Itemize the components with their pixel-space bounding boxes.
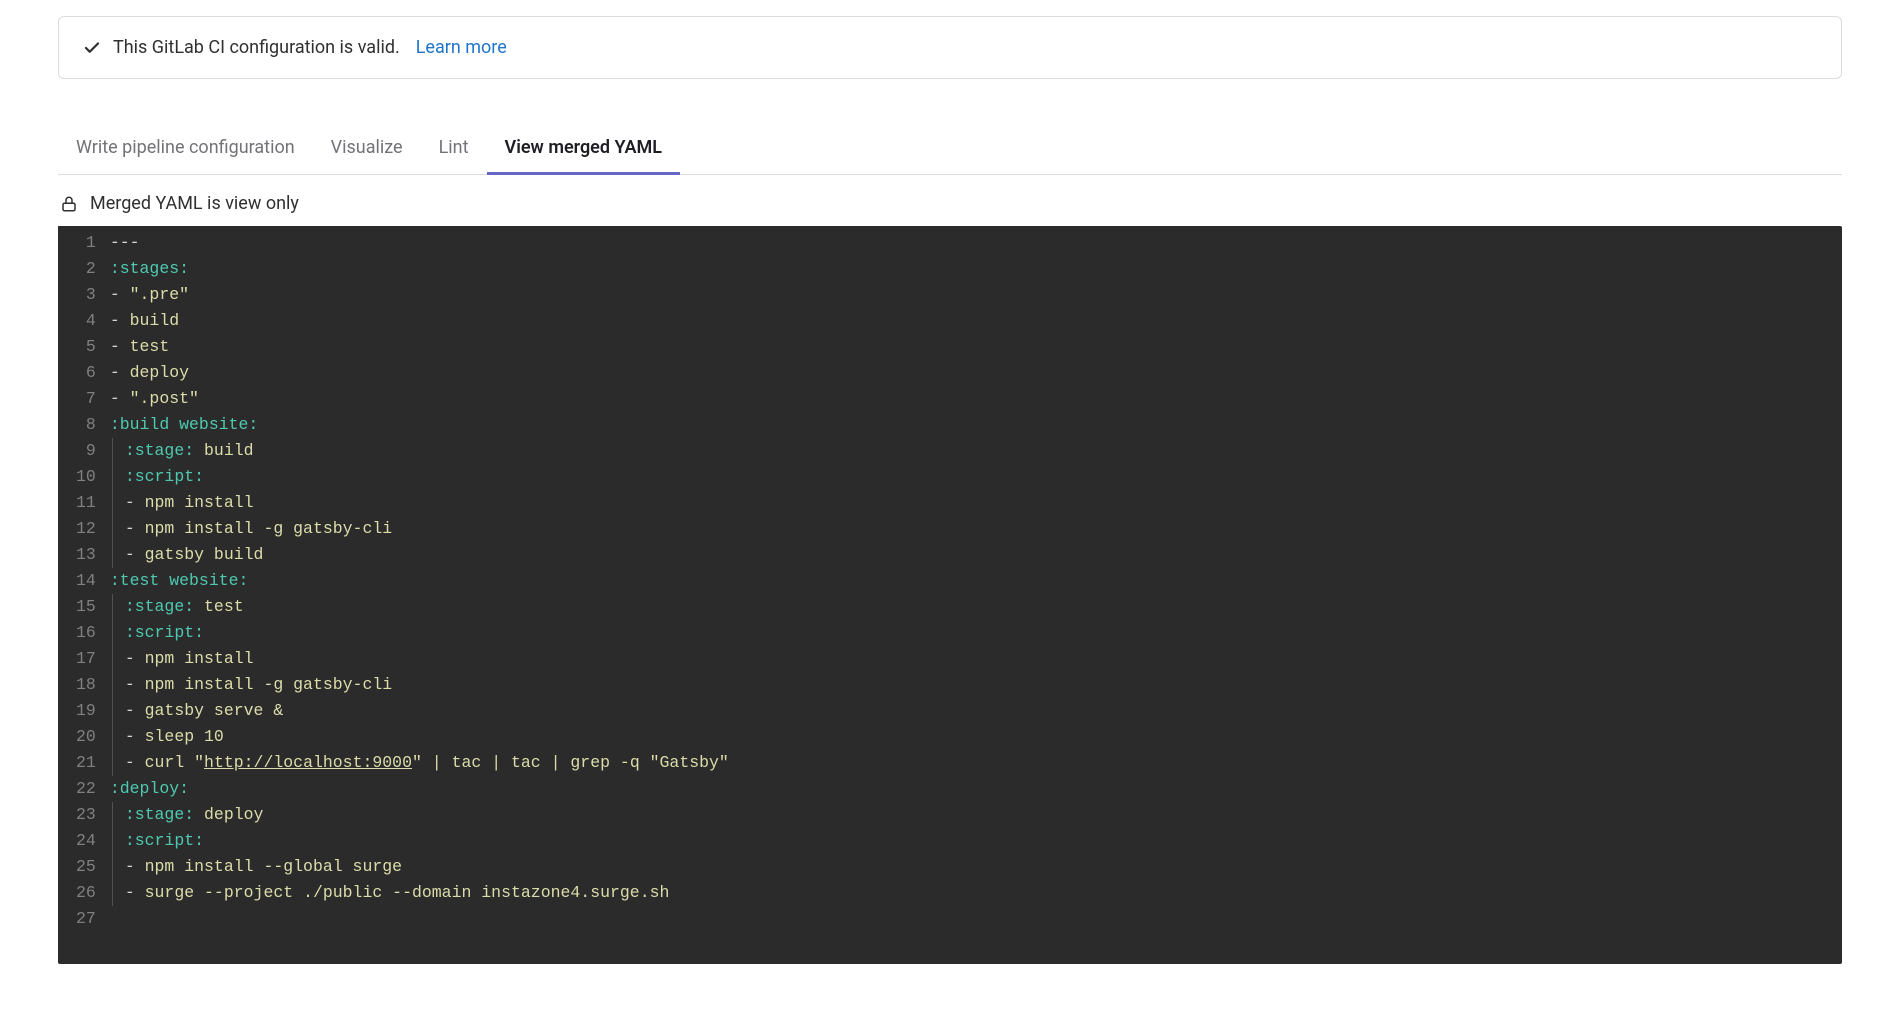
code-line: - deploy: [110, 360, 1842, 386]
line-number: 19: [76, 698, 96, 724]
line-number: 20: [76, 724, 96, 750]
code-line: - sleep 10: [110, 724, 1842, 750]
line-number: 5: [76, 334, 96, 360]
indent-guide: [112, 854, 113, 880]
code-line: - curl "http://localhost:9000" | tac | t…: [110, 750, 1842, 776]
line-number: 21: [76, 750, 96, 776]
tab-view-merged-yaml[interactable]: View merged YAML: [487, 123, 680, 175]
indent-guide: [112, 594, 113, 620]
code-line: - gatsby serve &: [110, 698, 1842, 724]
indent-guide: [112, 516, 113, 542]
indent-guide: [112, 828, 113, 854]
code-line: :script:: [110, 828, 1842, 854]
indent-guide: [112, 672, 113, 698]
code-line: - ".post": [110, 386, 1842, 412]
indent-guide: [112, 698, 113, 724]
code-line: :script:: [110, 464, 1842, 490]
code-line: - ".pre": [110, 282, 1842, 308]
line-number: 18: [76, 672, 96, 698]
line-number: 12: [76, 516, 96, 542]
code-line: - gatsby build: [110, 542, 1842, 568]
line-number: 6: [76, 360, 96, 386]
indent-guide: [112, 490, 113, 516]
line-number: 9: [76, 438, 96, 464]
line-number: 22: [76, 776, 96, 802]
indent-guide: [112, 880, 113, 906]
line-number: 16: [76, 620, 96, 646]
check-icon: [83, 39, 101, 57]
indent-guide: [112, 464, 113, 490]
indent-guide: [112, 542, 113, 568]
lock-icon: [60, 195, 78, 213]
code-line: :test website:: [110, 568, 1842, 594]
code-line: - surge --project ./public --domain inst…: [110, 880, 1842, 906]
line-number-gutter: 1234567891011121314151617181920212223242…: [58, 226, 110, 936]
line-number: 7: [76, 386, 96, 412]
code-line: :stage: deploy: [110, 802, 1842, 828]
code-line: :build website:: [110, 412, 1842, 438]
code-line: ---: [110, 230, 1842, 256]
code-line: [110, 906, 1842, 932]
view-only-notice: Merged YAML is view only: [58, 175, 1842, 226]
view-only-text: Merged YAML is view only: [90, 193, 299, 214]
code-line: :stages:: [110, 256, 1842, 282]
code-line: :deploy:: [110, 776, 1842, 802]
validation-message: This GitLab CI configuration is valid.: [113, 37, 400, 58]
code-line: :stage: build: [110, 438, 1842, 464]
line-number: 27: [76, 906, 96, 932]
line-number: 11: [76, 490, 96, 516]
tab-lint[interactable]: Lint: [421, 123, 487, 175]
tabs-bar: Write pipeline configuration Visualize L…: [58, 123, 1842, 175]
code-editor: 1234567891011121314151617181920212223242…: [58, 226, 1842, 964]
indent-guide: [112, 620, 113, 646]
line-number: 26: [76, 880, 96, 906]
line-number: 4: [76, 308, 96, 334]
tab-write-pipeline[interactable]: Write pipeline configuration: [58, 123, 313, 175]
code-line: - npm install --global surge: [110, 854, 1842, 880]
line-number: 10: [76, 464, 96, 490]
line-number: 13: [76, 542, 96, 568]
tab-visualize[interactable]: Visualize: [313, 123, 421, 175]
code-content: ---:stages:- ".pre"- build- test- deploy…: [110, 226, 1842, 936]
code-line: - npm install -g gatsby-cli: [110, 672, 1842, 698]
validation-banner: This GitLab CI configuration is valid. L…: [58, 16, 1842, 79]
code-line: - test: [110, 334, 1842, 360]
indent-guide: [112, 438, 113, 464]
line-number: 8: [76, 412, 96, 438]
code-line: - npm install: [110, 490, 1842, 516]
code-line: :stage: test: [110, 594, 1842, 620]
line-number: 2: [76, 256, 96, 282]
line-number: 17: [76, 646, 96, 672]
line-number: 3: [76, 282, 96, 308]
code-line: - npm install: [110, 646, 1842, 672]
learn-more-link[interactable]: Learn more: [416, 37, 507, 58]
indent-guide: [112, 646, 113, 672]
code-line: :script:: [110, 620, 1842, 646]
line-number: 15: [76, 594, 96, 620]
indent-guide: [112, 802, 113, 828]
line-number: 23: [76, 802, 96, 828]
line-number: 14: [76, 568, 96, 594]
line-number: 25: [76, 854, 96, 880]
indent-guide: [112, 750, 113, 776]
line-number: 1: [76, 230, 96, 256]
code-line: - build: [110, 308, 1842, 334]
line-number: 24: [76, 828, 96, 854]
indent-guide: [112, 724, 113, 750]
code-line: - npm install -g gatsby-cli: [110, 516, 1842, 542]
